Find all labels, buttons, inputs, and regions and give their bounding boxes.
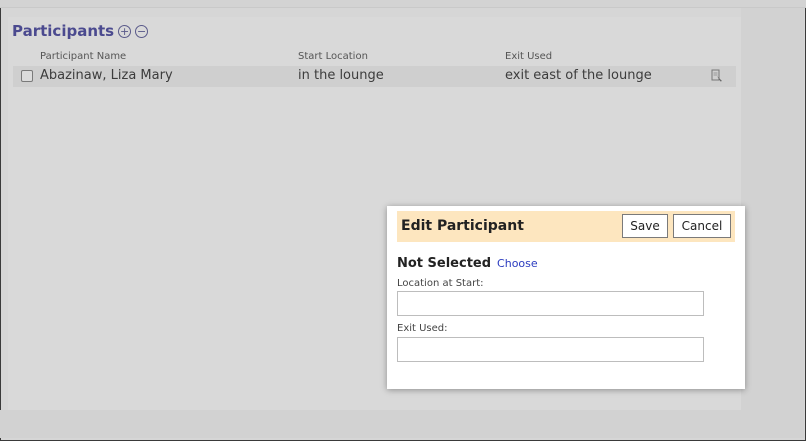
bottom-strip — [0, 410, 741, 438]
column-header-start-location[interactable]: Start Location — [298, 51, 368, 62]
selection-row: Not Selected Choose — [397, 256, 538, 271]
edit-participant-dialog: Edit Participant Save Cancel Not Selecte… — [387, 206, 745, 389]
minus-circle-icon[interactable]: − — [135, 24, 149, 38]
dialog-header: Edit Participant Save Cancel — [397, 211, 735, 242]
participant-name: Abazinaw, Liza Mary — [40, 68, 173, 83]
participants-title: Participants — [12, 22, 115, 40]
cancel-button[interactable]: Cancel — [673, 214, 731, 238]
location-at-start-label: Location at Start: — [397, 278, 484, 289]
start-location: in the lounge — [298, 68, 384, 83]
choose-link[interactable]: Choose — [497, 257, 538, 270]
top-strip — [0, 0, 806, 8]
column-header-exit-used[interactable]: Exit Used — [505, 51, 552, 62]
edit-document-icon[interactable] — [710, 69, 724, 83]
exit-used-label: Exit Used: — [397, 323, 448, 334]
row-checkbox[interactable] — [21, 70, 33, 82]
save-button[interactable]: Save — [622, 214, 668, 238]
participants-header: Participants + − — [12, 22, 149, 40]
right-gutter — [741, 8, 804, 438]
exit-used-input[interactable] — [397, 337, 704, 362]
selection-status: Not Selected — [397, 256, 492, 271]
dialog-title: Edit Participant — [401, 218, 524, 234]
exit-used: exit east of the lounge — [505, 68, 652, 83]
plus-circle-icon[interactable]: + — [118, 24, 132, 38]
participant-row[interactable]: Abazinaw, Liza Mary in the lounge exit e… — [13, 66, 736, 87]
location-at-start-input[interactable] — [397, 291, 704, 316]
column-header-participant-name[interactable]: Participant Name — [40, 51, 126, 62]
